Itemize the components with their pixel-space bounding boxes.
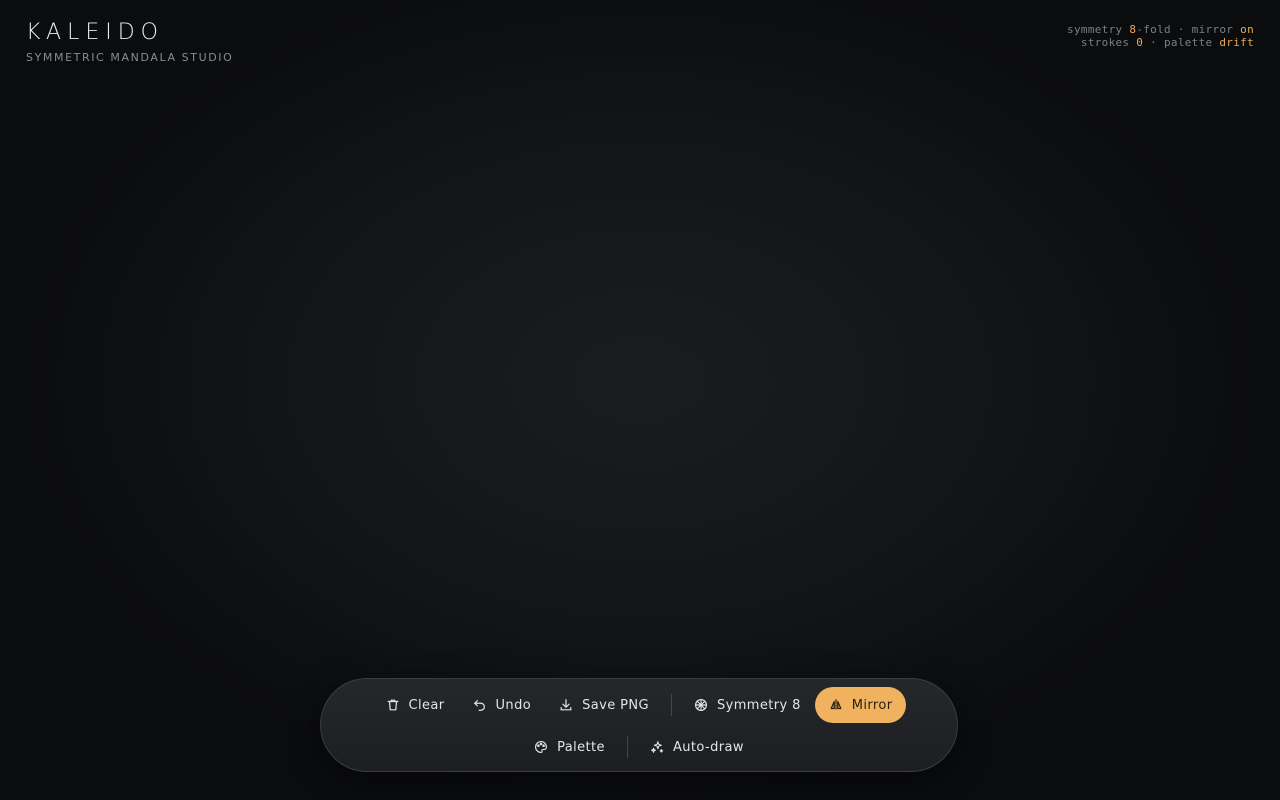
clear-button[interactable]: Clear	[372, 687, 459, 723]
palette-value: drift	[1219, 36, 1254, 49]
status-line-2: strokes 0 · palette drift	[1067, 36, 1254, 49]
status-readout: symmetry 8-fold · mirror on strokes 0 · …	[1067, 23, 1254, 49]
palette-button-label: Palette	[557, 739, 605, 755]
trash-icon	[386, 698, 400, 712]
mirror-toggle-label: Mirror	[851, 697, 893, 713]
save-png-button-label: Save PNG	[582, 697, 649, 713]
toolbar-row-2: Palette Auto-draw	[321, 729, 957, 765]
symmetry-button-label: Symmetry 8	[716, 697, 801, 713]
download-icon	[559, 698, 573, 712]
palette-label: · palette	[1143, 36, 1220, 49]
palette-icon	[534, 740, 548, 754]
palette-button[interactable]: Palette	[520, 729, 619, 765]
mirror-icon	[829, 698, 843, 712]
symmetry-label: symmetry	[1067, 23, 1130, 36]
app-subtitle: SYMMETRIC MANDALA STUDIO	[26, 51, 234, 64]
save-png-button[interactable]: Save PNG	[545, 687, 663, 723]
symmetry-icon	[694, 698, 708, 712]
toolbar-row-1: Clear Undo Save PNG Symmetry 8 Mirror	[321, 687, 957, 723]
sparkles-icon	[650, 740, 664, 754]
undo-icon	[473, 698, 487, 712]
toolbar-divider	[626, 736, 628, 758]
undo-button-label: Undo	[495, 697, 532, 713]
fold-label: -fold · mirror	[1136, 23, 1241, 36]
symmetry-button[interactable]: Symmetry 8	[680, 687, 815, 723]
toolbar: Clear Undo Save PNG Symmetry 8 Mirror Pa…	[320, 678, 958, 772]
clear-button-label: Clear	[408, 697, 445, 713]
app-title: KALEIDO	[26, 20, 164, 45]
toolbar-divider	[670, 694, 672, 716]
mirror-value: on	[1240, 23, 1254, 36]
brand: KALEIDO SYMMETRIC MANDALA STUDIO	[26, 20, 233, 64]
undo-button[interactable]: Undo	[459, 687, 546, 723]
auto-draw-button[interactable]: Auto-draw	[636, 729, 758, 765]
strokes-label: strokes	[1080, 36, 1137, 49]
mirror-toggle[interactable]: Mirror	[814, 687, 907, 723]
status-line-1: symmetry 8-fold · mirror on	[1067, 23, 1254, 36]
auto-draw-button-label: Auto-draw	[672, 739, 744, 755]
